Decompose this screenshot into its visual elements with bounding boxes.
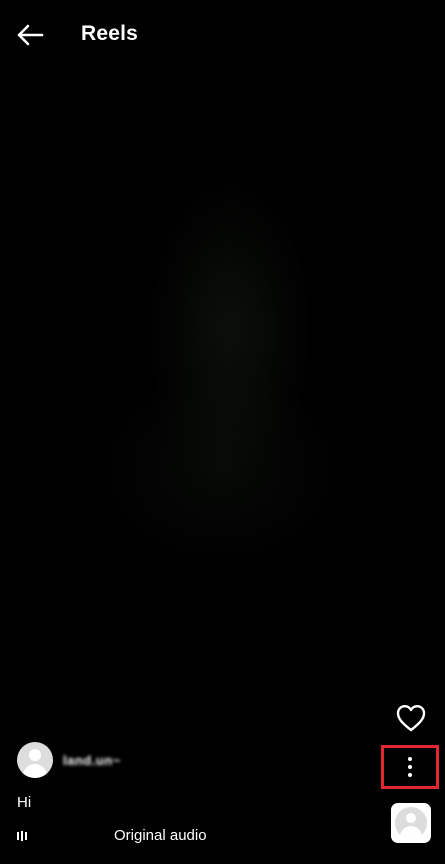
- page-title: Reels: [81, 22, 139, 45]
- reels-screen: Reels land.un~ Hi Original audio: [0, 0, 445, 864]
- audio-label: Original audio: [114, 827, 207, 844]
- more-vertical-icon: [408, 757, 412, 777]
- audio-bars-icon: [17, 829, 31, 843]
- arrow-left-icon: [17, 24, 44, 46]
- audio-thumbnail[interactable]: [391, 803, 431, 843]
- audio-row[interactable]: Original audio: [17, 826, 207, 846]
- heart-outline-icon: [396, 705, 426, 732]
- more-options-button[interactable]: [381, 745, 439, 789]
- like-button[interactable]: [393, 700, 429, 736]
- reel-caption: Hi: [17, 794, 32, 811]
- author-avatar[interactable]: [17, 742, 53, 778]
- author-username[interactable]: land.un~: [63, 753, 121, 768]
- back-button[interactable]: [12, 17, 48, 53]
- author-row: land.un~: [17, 742, 121, 778]
- top-bar: Reels: [0, 0, 445, 70]
- reel-video[interactable]: [0, 0, 445, 864]
- default-avatar-icon: [395, 807, 427, 839]
